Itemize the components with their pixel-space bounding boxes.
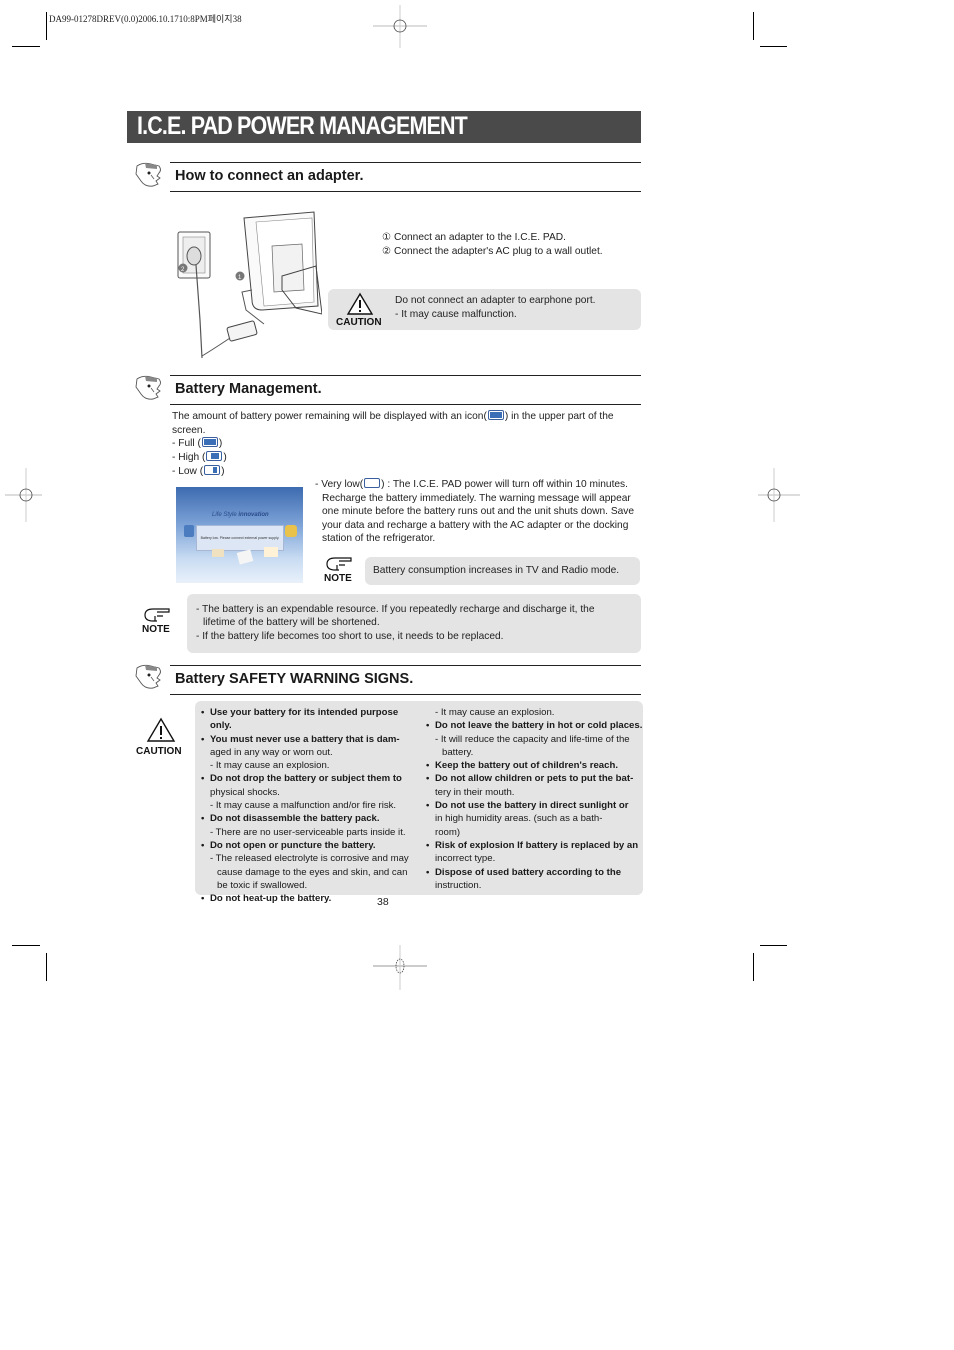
warning-detail: aged in any way or worn out. (210, 746, 333, 758)
warning-detail: incorrect type. (435, 853, 496, 865)
note-box-small: Battery consumption increases in TV and … (365, 557, 640, 585)
app-icon (264, 547, 278, 557)
warning-item: Keep the battery out of children's reach… (426, 759, 646, 773)
warning-detail: - It will reduce the capacity and life-t… (435, 733, 630, 745)
crop-mark (46, 12, 47, 40)
note-label: NOTE (142, 624, 170, 635)
warning-detail: - The released electrolyte is corrosive … (210, 853, 409, 865)
safety-warnings-right: - It may cause an explosion.Do not leave… (426, 706, 646, 892)
adapter-step-1: ① Connect an adapter to the I.C.E. PAD. (382, 232, 566, 243)
very-low-description: station of the refrigerator. (322, 533, 436, 544)
warning-item: Do not use the battery in direct sunligh… (426, 799, 646, 813)
warning-item: Use your battery for its intended purpos… (201, 706, 421, 733)
warning-item: Do not allow children or pets to put the… (426, 772, 646, 786)
warning-item: Do not drop the battery or subject them … (201, 772, 421, 786)
warning-detail: cause damage to the eyes and skin, and c… (217, 866, 408, 878)
very-low-description: one minute before the battery runs out a… (322, 506, 635, 517)
section-heading-battery: Battery Management. (170, 375, 641, 405)
pointing-hand-icon (135, 664, 161, 689)
crop-mark (760, 46, 787, 47)
page-title: I.C.E. PAD POWER MANAGEMENT (137, 112, 468, 140)
battery-fill (203, 439, 216, 445)
crop-mark (760, 945, 787, 946)
crop-mark (753, 953, 754, 981)
registration-mark-icon (758, 468, 800, 522)
pointing-hand-icon (135, 162, 161, 187)
warning-detail: instruction. (435, 879, 482, 891)
pointing-hand-icon (135, 375, 161, 400)
battery-high-icon (206, 451, 223, 461)
registration-mark-icon (373, 945, 427, 990)
warning-item: Do not leave the battery in hot or cold … (426, 719, 646, 733)
crop-mark (12, 46, 40, 47)
caution-text: Do not connect an adapter to earphone po… (395, 295, 596, 306)
warning-detail: - It may cause an explosion. (435, 707, 555, 718)
screenshot-brand: Life Style innovation (212, 512, 269, 518)
battery-level-high: - High () (172, 451, 227, 463)
battery-very-low-icon (364, 478, 381, 488)
app-icon (236, 549, 254, 565)
note-hand-icon (144, 608, 170, 622)
crop-mark (12, 945, 40, 946)
print-header: DA99-01278DREV(0.0)2006.10.1710:8PM페이지38 (49, 14, 242, 24)
warning-detail: in high humidity areas. (such as a bath- (435, 813, 603, 825)
note-text: Battery consumption increases in TV and … (373, 565, 620, 576)
registration-mark-icon (5, 468, 42, 522)
warning-item: Do not disassemble the battery pack. (201, 812, 421, 826)
battery-fill (213, 467, 218, 473)
registration-mark-icon (373, 5, 427, 48)
app-icon (184, 525, 194, 537)
warning-detail: battery. (442, 746, 474, 758)
battery-level-low: - Low () (172, 465, 225, 477)
battery-full-icon (487, 410, 504, 420)
note-box-large: - The battery is an expendable resource.… (187, 594, 641, 653)
warning-detail: - It may cause an explosion. (210, 760, 330, 772)
crop-mark (753, 12, 754, 40)
battery-full-icon (201, 437, 218, 447)
safety-warnings-left: Use your battery for its intended purpos… (201, 706, 421, 906)
note-hand-icon (326, 557, 352, 571)
battery-fill (211, 453, 220, 459)
battery-level-full: - Full () (172, 437, 223, 449)
battery-intro: screen. (172, 425, 206, 436)
note-text: - The battery is an expendable resource.… (196, 604, 595, 615)
app-icon (285, 525, 297, 537)
very-low-description: - Very low() : The I.C.E. PAD power will… (315, 478, 628, 490)
caution-box-adapter: CAUTION Do not connect an adapter to ear… (328, 289, 641, 330)
warning-item: You must never use a battery that is dam… (201, 733, 421, 747)
battery-low-screenshot: Life Style innovation Battery low. Pleas… (176, 487, 303, 583)
warning-triangle-icon (146, 717, 176, 742)
warning-detail: physical shocks. (210, 786, 280, 798)
very-low-description: Recharge the battery immediately. The wa… (322, 493, 631, 504)
warning-detail: - It may cause a malfunction and/or fire… (210, 800, 397, 812)
warning-triangle-icon (346, 292, 374, 315)
page-number: 38 (377, 896, 389, 908)
page-title-bar: I.C.E. PAD POWER MANAGEMENT (127, 111, 641, 143)
app-icon (212, 549, 224, 557)
caution-text: - It may cause malfunction. (395, 309, 517, 320)
very-low-description: your data and recharge a battery with th… (322, 520, 629, 531)
warning-detail: - There are no user-serviceable parts in… (210, 826, 406, 838)
caution-label: CAUTION (336, 317, 382, 328)
adapter-connection-illustration: 2 1 (177, 211, 322, 359)
note-text: lifetime of the battery will be shortene… (203, 617, 380, 628)
crop-mark (46, 953, 47, 981)
warning-detail: tery in their mouth. (435, 786, 515, 798)
warning-detail: be toxic if swallowed. (217, 879, 308, 891)
note-label: NOTE (324, 573, 352, 584)
warning-detail: room) (435, 826, 461, 838)
section-heading-adapter: How to connect an adapter. (170, 162, 641, 192)
note-text: - If the battery life becomes too short … (196, 631, 504, 642)
caution-label: CAUTION (136, 746, 182, 757)
battery-low-icon (204, 465, 221, 475)
warning-item: Risk of explosion If battery is replaced… (426, 839, 646, 853)
section-heading-safety: Battery SAFETY WARNING SIGNS. (170, 665, 641, 695)
warning-item: Do not open or puncture the battery. (201, 839, 421, 853)
warning-item: Dispose of used battery according to the (426, 866, 646, 880)
adapter-step-2: ② Connect the adapter's AC plug to a wal… (382, 246, 603, 257)
battery-intro: The amount of battery power remaining wi… (172, 410, 614, 422)
